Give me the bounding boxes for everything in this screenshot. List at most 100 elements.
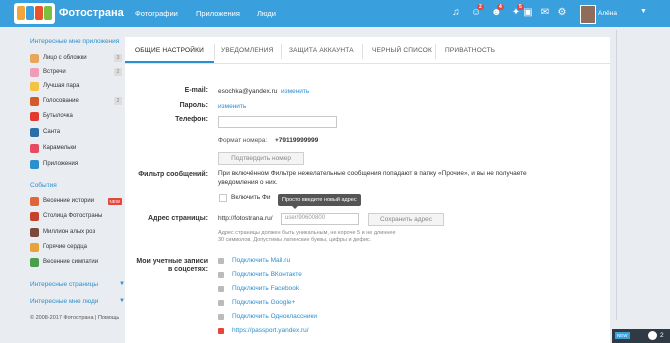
address-prefix: http://fotostrana.ru/ [218,215,273,222]
event-icon [30,197,39,206]
event-icon [30,212,39,221]
sidebar-item-label: Горячие сердца [43,244,87,250]
sidebar-item-label: Приложения [43,161,79,167]
tab-notifications[interactable]: УВЕДОМЛЕНИЯ [221,47,274,54]
app-icon [30,128,39,137]
sidebar-item-app[interactable]: Приложения [30,159,122,171]
event-icon [30,243,39,252]
accounts-label-cont: в соцсетях: [167,266,208,273]
app-icon [30,144,39,153]
connect-mailru-link[interactable]: Подключить Mail.ru [232,257,290,264]
count-badge: 3 [114,54,122,62]
address-input[interactable]: user/90600800 [281,213,359,225]
nav-photos[interactable]: Фотографии [135,9,178,18]
nav-people[interactable]: Люди [257,9,276,18]
connect-facebook-link[interactable]: Подключить Facebook [232,285,299,292]
filter-label: Фильтр сообщений: [138,171,208,178]
connect-google-link[interactable]: Подключить Google+ [232,299,295,306]
notification-badge: 2 [477,4,484,10]
change-email-link[interactable]: изменить [281,88,309,95]
tab-divider [214,44,215,59]
confirm-phone-button[interactable]: Подтвердить номер [218,152,304,165]
new-badge: NEW [107,198,122,205]
phone-label: Телефон: [175,116,208,123]
mailru-icon [218,258,224,264]
sidebar-item-event[interactable]: Миллион алых роз [30,227,122,239]
email-label: E-mail: [184,87,208,94]
logo-face-icon [44,6,52,20]
sidebar-item-label: Санта [43,129,61,135]
chat-status-icon [648,331,657,340]
brand-name[interactable]: Фотострана [59,7,124,19]
sidebar-item-label: Столица Фотостраны [43,213,103,219]
app-icon [30,97,39,106]
phone-format-label: Формат номера: [218,137,268,144]
nav-apps[interactable]: Приложения [196,9,240,18]
section-pages[interactable]: Интересные страницы [30,281,98,288]
sidebar-item-app[interactable]: Голосование 2 [30,96,122,108]
sidebar-item-event[interactable]: Горячие сердца [30,242,122,254]
app-icon [30,160,39,169]
filter-checkbox[interactable] [219,194,227,202]
odnoklassniki-icon [218,314,224,320]
sidebar-item-app[interactable]: Бутылочка [30,111,122,123]
settings-panel: ОБЩИЕ НАСТРОЙКИ УВЕДОМЛЕНИЯ ЗАЩИТА АККАУ… [125,37,610,343]
facebook-icon [218,286,224,292]
user-name[interactable]: Алёна [598,10,617,17]
active-tab-indicator [125,61,214,63]
connect-ok-link[interactable]: Подключить Одноклассники [232,313,317,320]
music-icon[interactable]: ♫ [451,8,461,18]
avatar[interactable] [580,5,596,24]
phone-input[interactable] [218,116,337,128]
section-events[interactable]: События [30,182,57,189]
accounts-label: Мои учетные записи [136,258,208,265]
sidebar-item-app[interactable]: Лицо с обложки 3 [30,53,122,65]
copyright[interactable]: © 2008-2017 Фотострана | Помощь [30,315,119,321]
tab-divider [362,44,363,59]
tab-general[interactable]: ОБЩИЕ НАСТРОЙКИ [135,47,204,54]
logo-face-icon [26,6,34,20]
event-icon [30,258,39,267]
tab-privacy[interactable]: ПРИВАТНОСТЬ [445,47,495,54]
sidebar-item-app[interactable]: Санта [30,127,122,139]
chat-widget[interactable]: NEW 2 [612,329,670,343]
sidebar-item-event[interactable]: Весенние истории NEW [30,196,122,208]
gift-icon[interactable]: ▣ [523,8,533,18]
app-icon [30,112,39,121]
sidebar-item-label: Встречи [43,69,66,75]
app-icon [30,54,39,63]
section-my-apps[interactable]: Интересные мне приложения [30,38,119,45]
notification-badge: 4 [497,4,504,10]
count-badge: 2 [114,68,122,76]
save-address-button[interactable]: Сохранить адрес [368,213,444,226]
app-icon [30,82,39,91]
sidebar-item-app[interactable]: Встречи 2 [30,67,122,79]
change-password-link[interactable]: изменить [218,103,246,110]
address-label: Адрес страницы: [147,215,208,222]
sidebar-item-label: Карамельки [43,145,77,151]
sidebar-item-app[interactable]: Карамельки [30,143,122,155]
tab-divider [281,44,282,59]
sidebar-item-event[interactable]: Весенние симпатии [30,257,122,269]
logo[interactable] [14,3,55,24]
sidebar-item-label: Миллион алых роз [43,229,96,235]
chevron-down-icon[interactable]: ▼ [640,8,647,15]
filter-description-cont: уведомления о них. [218,179,278,186]
tab-account-protection[interactable]: ЗАЩИТА АККАУНТА [289,47,354,54]
section-people[interactable]: Интересные мне люди [30,298,98,305]
sidebar-item-label: Весенние истории [43,198,95,204]
address-hint-cont: 30 символов. Допустимы латинские буквы, … [218,237,372,243]
tab-bar: ОБЩИЕ НАСТРОЙКИ УВЕДОМЛЕНИЯ ЗАЩИТА АККАУ… [125,37,610,64]
yandex-passport-link[interactable]: https://passport.yandex.ru/ [232,327,309,334]
sidebar-item-label: Голосование [43,98,79,104]
settings-icon[interactable]: ⚙ [557,8,567,18]
connect-vk-link[interactable]: Подключить ВКонтакте [232,271,302,278]
sidebar-item-event[interactable]: Столица Фотостраны [30,211,122,223]
tab-blacklist[interactable]: ЧЕРНЫЙ СПИСОК [372,47,432,54]
sidebar-item-label: Лицо с обложки [43,55,87,61]
logo-face-icon [17,6,25,20]
scrollbar[interactable] [616,30,617,320]
sidebar-item-app[interactable]: Лучшая пара [30,81,122,93]
logo-face-icon [35,6,43,20]
messages-icon[interactable]: ✉ [540,8,550,18]
